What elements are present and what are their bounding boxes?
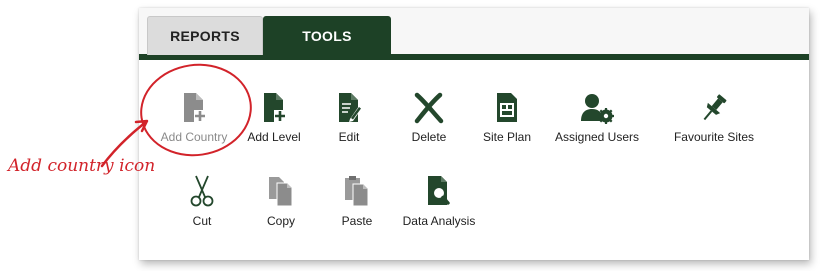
cut-button[interactable]: Cut <box>157 170 247 240</box>
tab-reports[interactable]: REPORTS <box>147 16 263 55</box>
copy-label: Copy <box>266 214 295 228</box>
site-plan-button[interactable]: Site Plan <box>462 88 552 158</box>
data-analysis-button[interactable]: Data Analysis <box>394 170 484 240</box>
assigned-users-label: Assigned Users <box>554 130 640 144</box>
paste-button[interactable]: Paste <box>312 170 402 240</box>
scissors-icon <box>190 175 214 207</box>
document-magnifier-icon <box>428 176 453 207</box>
add-level-label: Add Level <box>247 130 301 144</box>
x-delete-icon <box>414 92 444 124</box>
favourite-sites-label: Favourite Sites <box>673 130 755 144</box>
favourite-sites-button[interactable]: Favourite Sites <box>669 88 759 158</box>
add-document-icon <box>264 93 286 122</box>
tab-tools[interactable]: TOOLS <box>263 16 391 56</box>
cut-label: Cut <box>192 214 212 228</box>
site-plan-label: Site Plan <box>482 130 532 144</box>
edit-label: Edit <box>338 130 360 144</box>
copy-documents-icon <box>269 177 293 207</box>
assigned-users-button[interactable]: Assigned Users <box>552 88 642 158</box>
site-plan-icon <box>497 93 517 122</box>
edit-button[interactable]: Edit <box>304 88 394 158</box>
tab-bar: REPORTS TOOLS <box>139 8 809 60</box>
pushpin-icon <box>703 94 727 121</box>
edit-document-icon <box>339 93 362 122</box>
user-gear-icon <box>581 94 614 124</box>
delete-label: Delete <box>411 130 447 144</box>
data-analysis-label: Data Analysis <box>402 214 476 228</box>
paste-label: Paste <box>341 214 373 228</box>
paste-documents-icon <box>345 176 369 207</box>
delete-button[interactable]: Delete <box>384 88 474 158</box>
annotation-text: Add country icon <box>8 156 156 176</box>
